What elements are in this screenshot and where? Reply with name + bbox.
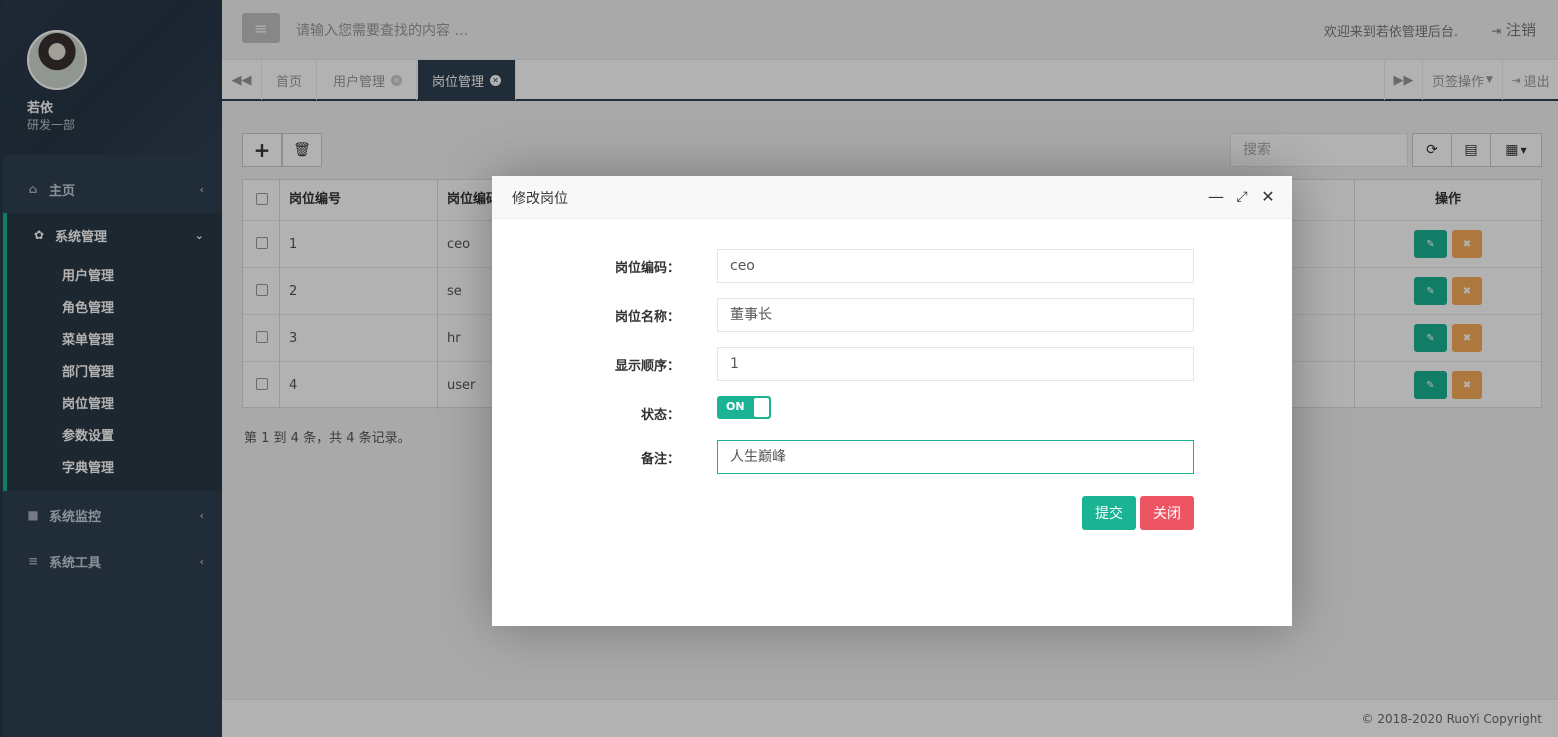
dialog-title: 修改岗位 [512, 191, 568, 207]
post-name-input[interactable]: 董事长 [717, 298, 1194, 332]
toggle-knob [754, 398, 769, 417]
post-sort-input[interactable]: 1 [717, 347, 1194, 381]
close-icon[interactable]: ✕ [1259, 188, 1277, 206]
close-button[interactable]: 关闭 [1140, 496, 1194, 530]
toggle-state-label: ON [726, 400, 745, 413]
status-toggle[interactable]: ON [717, 396, 771, 419]
post-code-input[interactable]: ceo [717, 249, 1194, 283]
submit-button[interactable]: 提交 [1082, 496, 1136, 530]
maximize-icon[interactable]: ⤢ [1233, 188, 1251, 206]
remark-label: 备注： [640, 452, 680, 467]
minimize-icon[interactable]: — [1207, 188, 1225, 206]
edit-post-dialog: 修改岗位 — ⤢ ✕ 岗位编码： ceo 岗位名称： 董事长 显示顺序： 1 状… [492, 176, 1292, 626]
post-code-label: 岗位编码： [614, 261, 680, 276]
post-sort-label: 显示顺序： [614, 359, 680, 374]
dialog-header: 修改岗位 — ⤢ ✕ [492, 176, 1292, 219]
remark-input[interactable]: 人生巅峰 [717, 440, 1194, 474]
status-label: 状态： [640, 408, 680, 423]
post-name-label: 岗位名称： [614, 310, 680, 325]
